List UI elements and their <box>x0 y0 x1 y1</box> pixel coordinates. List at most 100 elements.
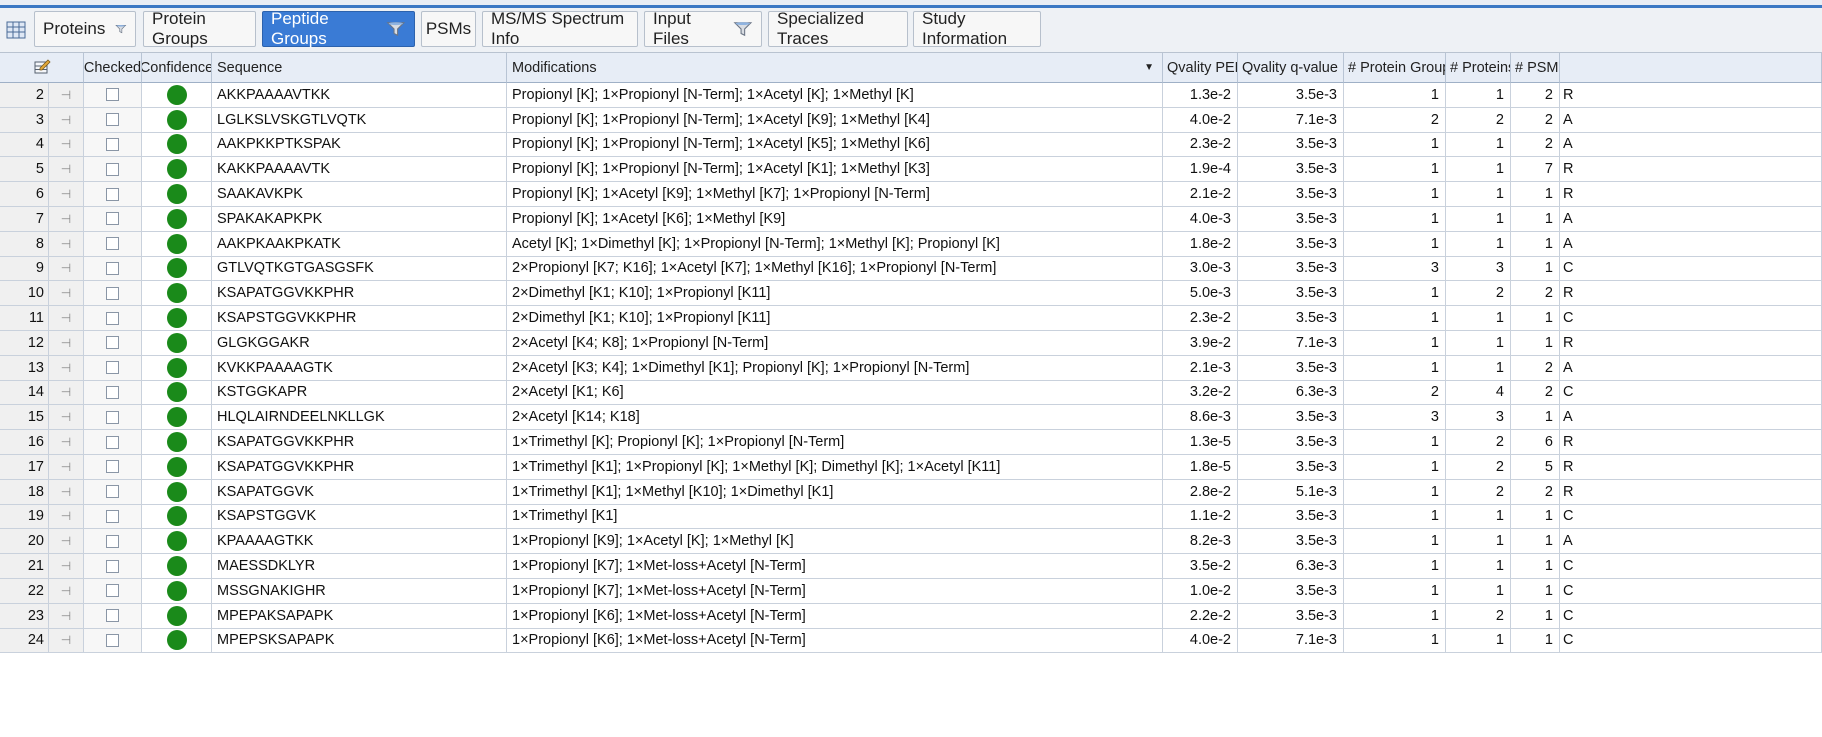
checked-checkbox[interactable] <box>106 435 119 449</box>
checked-cell <box>84 281 142 307</box>
checked-checkbox[interactable] <box>106 88 119 102</box>
row-pin-icon[interactable]: ⊣ <box>49 455 84 480</box>
filter-funnel-icon[interactable] <box>115 20 127 38</box>
checked-checkbox[interactable] <box>106 286 119 300</box>
sort-arrow-icon[interactable]: ▼ <box>1144 62 1154 73</box>
tab-proteins[interactable]: Proteins <box>34 11 136 47</box>
tab-input-files[interactable]: Input Files <box>644 9 762 48</box>
table-row[interactable]: 2 ⊣ AKKPAAAAVTKK Propionyl [K]; 1×Propionyl… <box>0 83 1822 108</box>
table-row[interactable]: 10 ⊣ KSAPATGGVKKPHR 2×Dimethyl [K1; K10]; 1… <box>0 281 1822 307</box>
table-row[interactable]: 23 ⊣ MPEPAKSAPAPK 1×Propionyl [K6]; 1×Met-l… <box>0 603 1822 629</box>
table-row[interactable]: 16 ⊣ KSAPATGGVKKPHR 1×Trimethyl [K]; Propio… <box>0 430 1822 455</box>
confidence-cell <box>142 207 212 232</box>
column-header-next[interactable] <box>1560 53 1822 83</box>
checked-checkbox[interactable] <box>106 609 119 623</box>
row-pin-icon[interactable]: ⊣ <box>49 579 84 604</box>
row-pin-icon[interactable]: ⊣ <box>49 355 84 381</box>
column-header-qvalue[interactable]: Qvality q-value <box>1238 53 1344 83</box>
table-row[interactable]: 22 ⊣ MSSGNAKIGHR 1×Propionyl [K7]; 1×Met-lo… <box>0 579 1822 604</box>
column-header-confidence[interactable]: Confidence <box>142 53 212 83</box>
tab-specialized-traces[interactable]: Specialized Traces <box>768 9 908 48</box>
row-pin-icon[interactable]: ⊣ <box>49 554 84 579</box>
row-pin-icon[interactable]: ⊣ <box>49 331 84 356</box>
table-row[interactable]: 11 ⊣ KSAPSTGGVKKPHR 2×Dimethyl [K1; K10]; 1… <box>0 306 1822 331</box>
checked-checkbox[interactable] <box>106 633 119 647</box>
tab-psms[interactable]: PSMs <box>421 11 476 47</box>
table-row[interactable]: 18 ⊣ KSAPATGGVK 1×Trimethyl [K1]; 1×Methyl … <box>0 479 1822 505</box>
row-pin-icon[interactable]: ⊣ <box>49 157 84 183</box>
checked-checkbox[interactable] <box>106 534 119 548</box>
table-row[interactable]: 20 ⊣ KPAAAAGTKK 1×Propionyl [K9]; 1×Acetyl … <box>0 529 1822 555</box>
row-number: 4 <box>0 132 49 158</box>
table-row[interactable]: 17 ⊣ KSAPATGGVKKPHR 1×Trimethyl [K1]; 1×Pro… <box>0 455 1822 480</box>
checked-checkbox[interactable] <box>106 261 119 275</box>
checked-checkbox[interactable] <box>106 385 119 399</box>
row-pin-icon[interactable]: ⊣ <box>49 182 84 207</box>
row-pin-icon[interactable]: ⊣ <box>49 504 84 530</box>
tab-label: Input Files <box>653 9 691 48</box>
table-row[interactable]: 14 ⊣ KSTGGKAPR 2×Acetyl [K1; K6] 3.2e-2 6.3e-… <box>0 380 1822 406</box>
checked-checkbox[interactable] <box>106 311 119 325</box>
row-pin-icon[interactable]: ⊣ <box>49 132 84 158</box>
tab-protein-groups[interactable]: Protein Groups <box>143 9 256 48</box>
checked-checkbox[interactable] <box>106 410 119 424</box>
row-pin-icon[interactable]: ⊣ <box>49 107 84 133</box>
row-pin-icon[interactable]: ⊣ <box>49 529 84 555</box>
checked-checkbox[interactable] <box>106 162 119 176</box>
checked-checkbox[interactable] <box>106 336 119 350</box>
table-row[interactable]: 5 ⊣ KAKKPAAAAVTK Propionyl [K]; 1×Propionyl… <box>0 157 1822 183</box>
column-header-sequence[interactable]: Sequence <box>212 53 507 83</box>
checked-checkbox[interactable] <box>106 485 119 499</box>
column-chooser-button[interactable] <box>0 53 84 83</box>
modifications-cell: 2×Propionyl [K7; K16]; 1×Acetyl [K7]; 1×… <box>507 256 1163 282</box>
row-pin-icon[interactable]: ⊣ <box>49 405 84 431</box>
filter-funnel-icon[interactable] <box>733 20 753 38</box>
row-pin-icon[interactable]: ⊣ <box>49 207 84 232</box>
row-pin-icon[interactable]: ⊣ <box>49 380 84 406</box>
row-pin-icon[interactable]: ⊣ <box>49 231 84 257</box>
checked-checkbox[interactable] <box>106 509 119 523</box>
table-row[interactable]: 24 ⊣ MPEPSKSAPAPK 1×Propionyl [K6]; 1×Met-l… <box>0 628 1822 654</box>
checked-checkbox[interactable] <box>106 559 119 573</box>
table-row[interactable]: 13 ⊣ KVKKPAAAAGTK 2×Acetyl [K3; K4]; 1×Dime… <box>0 355 1822 381</box>
table-row[interactable]: 9 ⊣ GTLVQTKGTGASGSFK 2×Propionyl [K7; K16];… <box>0 256 1822 282</box>
checked-checkbox[interactable] <box>106 237 119 251</box>
table-row[interactable]: 4 ⊣ AAKPKKPTKSPAK Propionyl [K]; 1×Propiony… <box>0 132 1822 158</box>
tab-study-information[interactable]: Study Information <box>913 9 1041 48</box>
tab-ms-ms-spectrum-info[interactable]: MS/MS Spectrum Info <box>482 9 638 48</box>
table-row[interactable]: 19 ⊣ KSAPSTGGVK 1×Trimethyl [K1] 1.1e-2 3.5e-… <box>0 504 1822 530</box>
table-view-icon[interactable] <box>0 8 32 52</box>
row-pin-icon[interactable]: ⊣ <box>49 603 84 629</box>
table-row[interactable]: 6 ⊣ SAAKAVKPK Propionyl [K]; 1×Acetyl [K9];… <box>0 182 1822 207</box>
checked-checkbox[interactable] <box>106 460 119 474</box>
table-row[interactable]: 3 ⊣ LGLKSLVSKGTLVQTK Propionyl [K]; 1×Propi… <box>0 107 1822 133</box>
checked-checkbox[interactable] <box>106 584 119 598</box>
filter-funnel-icon[interactable] <box>386 20 406 38</box>
table-row[interactable]: 15 ⊣ HLQLAIRNDEELNKLLGK 2×Acetyl [K14; K18]… <box>0 405 1822 431</box>
row-pin-icon[interactable]: ⊣ <box>49 256 84 282</box>
row-pin-icon[interactable]: ⊣ <box>49 83 84 108</box>
column-header-proteins[interactable]: # Proteins <box>1446 53 1511 83</box>
column-header-psms[interactable]: # PSMs <box>1511 53 1560 83</box>
column-header-checked[interactable]: Checked <box>84 53 142 83</box>
table-row[interactable]: 21 ⊣ MAESSDKLYR 1×Propionyl [K7]; 1×Met-los… <box>0 554 1822 579</box>
row-pin-icon[interactable]: ⊣ <box>49 628 84 654</box>
column-header-modifications[interactable]: Modifications ▼ <box>507 53 1163 83</box>
table-row[interactable]: 12 ⊣ GLGKGGAKR 2×Acetyl [K4; K8]; 1×Propion… <box>0 331 1822 356</box>
sequence-cell: KPAAAAGTKK <box>212 529 507 555</box>
checked-checkbox[interactable] <box>106 137 119 151</box>
proteins-cell: 1 <box>1446 554 1511 579</box>
checked-checkbox[interactable] <box>106 113 119 127</box>
tab-peptide-groups[interactable]: Peptide Groups <box>262 9 415 48</box>
checked-checkbox[interactable] <box>106 361 119 375</box>
row-pin-icon[interactable]: ⊣ <box>49 281 84 307</box>
checked-checkbox[interactable] <box>106 187 119 201</box>
checked-checkbox[interactable] <box>106 212 119 226</box>
column-header-pep[interactable]: Qvality PEP <box>1163 53 1238 83</box>
column-header-protein-groups[interactable]: # Protein Groups <box>1344 53 1446 83</box>
row-pin-icon[interactable]: ⊣ <box>49 479 84 505</box>
table-row[interactable]: 8 ⊣ AAKPKAAKPKATK Acetyl [K]; 1×Dimethyl [K… <box>0 231 1822 257</box>
row-pin-icon[interactable]: ⊣ <box>49 430 84 455</box>
table-row[interactable]: 7 ⊣ SPAKAKAPKPK Propionyl [K]; 1×Acetyl [K6… <box>0 207 1822 232</box>
row-pin-icon[interactable]: ⊣ <box>49 306 84 331</box>
